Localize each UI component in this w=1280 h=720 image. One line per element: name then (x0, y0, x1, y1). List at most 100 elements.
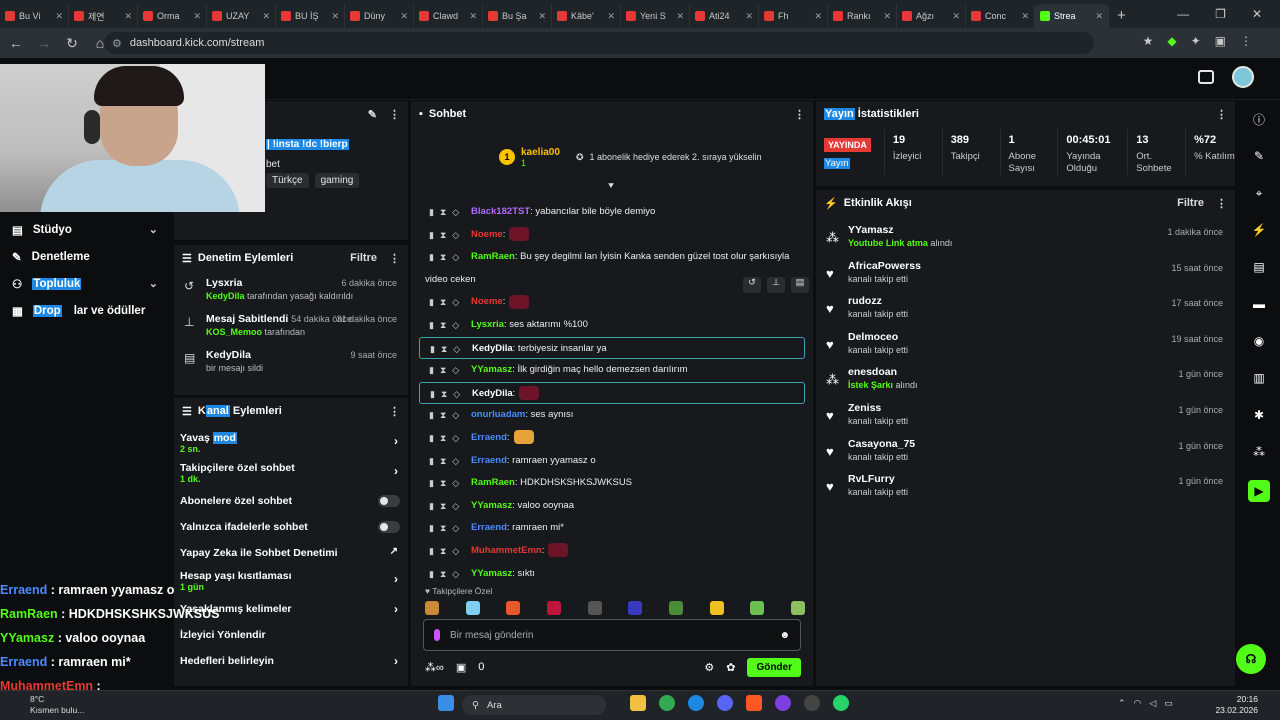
volume-icon[interactable]: ◁ (1149, 698, 1156, 709)
mod-tools-icon[interactable]: ▮⧗◇ (429, 404, 465, 426)
emote-icon[interactable] (465, 601, 480, 615)
close-icon[interactable]: ✕ (745, 11, 753, 22)
chat-username[interactable]: Erraend (471, 432, 507, 443)
reload-icon[interactable]: ↻ (60, 35, 84, 52)
target-icon[interactable]: ⌖ (1250, 184, 1268, 202)
browser-tab[interactable]: Bu Vi ✕ (0, 4, 69, 28)
close-icon[interactable]: ✕ (952, 11, 960, 22)
browser-tab[interactable]: UZAY ✕ (207, 4, 276, 28)
emote-icon[interactable] (587, 601, 602, 615)
undo-icon[interactable]: ↺ (743, 277, 761, 293)
close-icon[interactable]: ✕ (883, 11, 891, 22)
close-icon[interactable]: ✕ (676, 11, 684, 22)
points-icon[interactable]: ⁂ (1250, 443, 1268, 461)
chevron-down-icon[interactable]: ⌄ (149, 223, 158, 236)
browser-tab[interactable]: BU İŞ ✕ (276, 4, 345, 28)
close-icon[interactable]: ✕ (1095, 11, 1103, 22)
browser-tab[interactable]: Strea ✕ (1035, 4, 1109, 28)
emote-icon[interactable] (709, 601, 724, 615)
activity-user[interactable]: enesdoan (848, 366, 1235, 378)
browser-tab[interactable]: Clawd ✕ (414, 4, 483, 28)
channel-action-row[interactable]: Hesap yaşı kısıtlaması 1 gün › (174, 566, 408, 596)
activity-user[interactable]: Zeniss (848, 402, 1235, 414)
emoji-icon[interactable]: ☻ (779, 630, 790, 641)
mod-tools-icon[interactable]: ▮⧗◇ (429, 246, 465, 268)
clips-icon[interactable]: ▶ (1248, 480, 1270, 502)
emote-icon[interactable] (506, 601, 521, 615)
avatar[interactable] (1232, 66, 1254, 88)
chat-icon[interactable]: ▬ (1250, 295, 1268, 313)
filter-button[interactable]: Filtre (1177, 197, 1204, 209)
extension-icon[interactable]: ✦ (1191, 34, 1201, 48)
close-icon[interactable]: ✕ (538, 11, 546, 22)
mod-tools-icon[interactable]: ▮⧗◇ (429, 450, 465, 472)
chevron-up-icon[interactable]: ⌃ (1118, 698, 1126, 709)
toggle-switch[interactable] (378, 521, 400, 533)
emote-icon[interactable] (790, 601, 805, 615)
url-input[interactable]: ⚙ dashboard.kick.com/stream (104, 32, 1094, 54)
start-icon[interactable] (438, 695, 454, 711)
chat-username[interactable]: RamRaen (471, 477, 515, 488)
browser-tab[interactable]: 제연 ✕ (69, 4, 138, 28)
settings-icon[interactable]: ⚙ (704, 661, 714, 674)
mic-icon[interactable] (434, 629, 440, 641)
activity-user[interactable]: Casayona_75 (848, 438, 1235, 450)
close-icon[interactable]: ✕ (55, 11, 63, 22)
edge-icon[interactable] (688, 695, 704, 711)
emote-icon[interactable] (628, 601, 643, 615)
chat-username[interactable]: Erraend (471, 522, 507, 533)
edit-icon[interactable]: ✎ (368, 108, 377, 121)
mod-tools-icon[interactable]: ▮⧗◇ (429, 359, 465, 381)
maximize-icon[interactable]: ❐ (1215, 7, 1226, 21)
weather-widget[interactable]: 8°C Kısmen bulu... (30, 694, 84, 716)
sidebar-item-2[interactable]: ✎ Denetleme (0, 243, 172, 270)
bolt-icon[interactable]: ⚡ (1250, 221, 1268, 239)
more-icon[interactable]: ⋮ (389, 252, 400, 265)
edit-icon[interactable]: ✎ (1250, 147, 1268, 165)
chrome-icon[interactable] (659, 695, 675, 711)
steam-icon[interactable] (804, 695, 820, 711)
explorer-icon[interactable] (630, 695, 646, 711)
more-icon[interactable]: ⋮ (389, 108, 400, 121)
back-icon[interactable]: ← (4, 35, 28, 51)
scroll-down-icon[interactable]: ⯆ (607, 181, 615, 192)
browser-tab[interactable]: Rankı ✕ (828, 4, 897, 28)
mod-tools-icon[interactable]: ▮⧗◇ (429, 472, 465, 494)
points-icon[interactable]: ⁂∞ (425, 661, 444, 674)
list-icon[interactable]: ▤ (1250, 258, 1268, 276)
chat-username[interactable]: Lysxria (471, 319, 504, 330)
sidebar-item-3[interactable]: ⚇ Topluluk ⌄ (0, 270, 172, 297)
obs-icon[interactable] (775, 695, 791, 711)
close-icon[interactable]: ✕ (1021, 11, 1029, 22)
channel-action-row[interactable]: Yavaş mod 2 sn. › (174, 428, 408, 458)
mod-tools-icon[interactable]: ▮⧗◇ (429, 540, 465, 562)
more-icon[interactable]: ⋮ (1216, 108, 1227, 121)
close-icon[interactable]: ✕ (331, 11, 339, 22)
chat-username[interactable]: Black182TST (471, 206, 530, 217)
chat-username[interactable]: Erraend (471, 455, 507, 466)
chevron-right-icon[interactable]: › (394, 602, 398, 616)
forward-icon[interactable]: → (32, 35, 56, 51)
menu-dots-icon[interactable]: ⋮ (1240, 34, 1252, 48)
taskbar-search[interactable]: ⚲ Ara (462, 695, 606, 715)
channel-action-row[interactable]: Yapay Zeka ile Sohbet Denetimi ↗ (174, 540, 408, 566)
puzzle-icon[interactable]: ▣ (1215, 34, 1226, 48)
chevron-right-icon[interactable]: › (394, 654, 398, 668)
chat-username[interactable]: Noeme (471, 229, 503, 240)
stream-tag[interactable]: Türkçe (266, 173, 309, 188)
mod-tools-icon[interactable]: ▮⧗◇ (429, 427, 465, 449)
channel-action-row[interactable]: Takipçilere özel sohbet 1 dk. › (174, 458, 408, 488)
browser-tab[interactable]: Ağzı ✕ (897, 4, 966, 28)
toggle-switch[interactable] (378, 495, 400, 507)
more-icon[interactable]: ⋮ (389, 405, 400, 418)
browser-tab[interactable]: Ati24 ✕ (690, 4, 759, 28)
emote-icon[interactable] (750, 601, 765, 615)
site-info-icon[interactable]: ⚙ (112, 37, 122, 50)
more-icon[interactable]: ⋮ (1216, 197, 1227, 210)
chevron-right-icon[interactable]: › (394, 434, 398, 448)
wifi-icon[interactable]: ◠ (1134, 698, 1142, 709)
chat-username[interactable]: MuhammetEmn (471, 545, 542, 556)
close-icon[interactable]: ✕ (469, 11, 477, 22)
chat-input[interactable]: Bir mesaj gönderin ☻ (423, 619, 801, 651)
close-window-icon[interactable]: ✕ (1252, 7, 1262, 21)
